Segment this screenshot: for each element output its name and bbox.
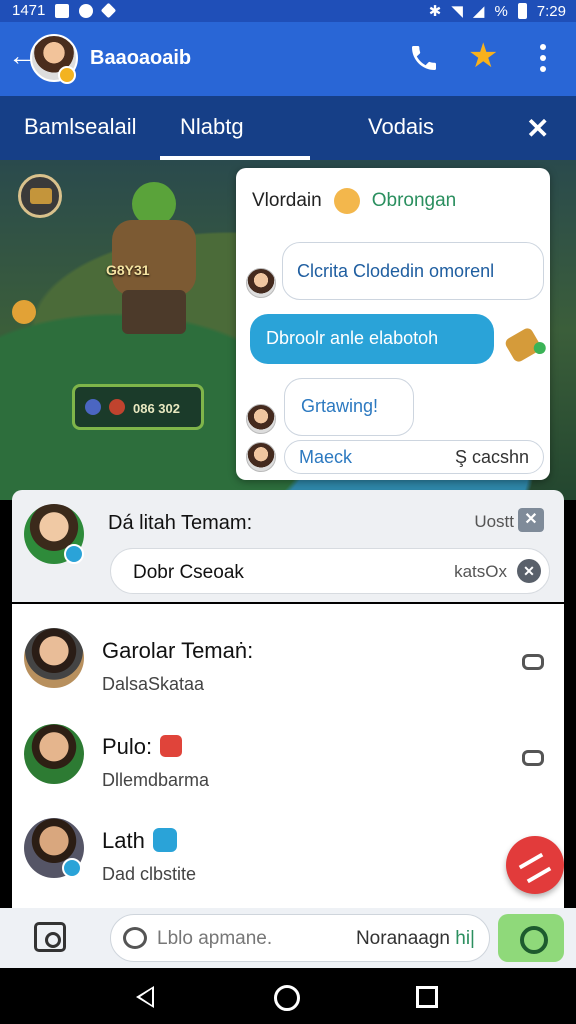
hud-value: 086 302 [133,401,180,416]
status-time-left: 1471 [12,2,46,19]
phone-call-icon[interactable] [408,42,440,74]
chat-title[interactable]: Baaoaoaib [90,47,191,70]
tab-third[interactable]: Vodais [368,114,434,140]
contact-name: Lath [102,828,145,853]
message-text: Maeck [299,447,353,467]
notification-icon [55,3,70,18]
contact-subtitle: Dllemdbarma [102,770,210,790]
mana-icon [85,399,101,415]
character-legs [122,290,186,334]
notification-sub-meta: katsOx [454,562,507,581]
message-placeholder: Lblo apmane. [157,928,273,949]
notification-title: Dá litah Temam: [108,512,253,534]
avatar [24,724,84,784]
message-avatar [246,268,276,298]
health-icon [109,399,125,415]
message-bubble: Grtawing! [284,378,414,436]
nav-home-icon[interactable] [274,985,300,1011]
notification-subitem[interactable]: Dobr Cseoak katsOx ✕ [110,548,550,594]
contact-name-row: Pulo: [102,734,183,760]
message-bubble-outgoing: Dbroolr anle elabotoh [250,314,494,364]
tab-bar: Bamlsealail Nlabtg Vodais ✕ [0,96,576,160]
message-action-icon[interactable] [522,654,544,670]
chat-panel-header: Vlordain Obrongan [252,188,456,214]
avatar-badge-icon [58,66,76,84]
telegram-icon [152,828,177,852]
compose-bar: Lblo apmane. Noranaagn hi| [0,908,576,968]
chest-icon[interactable] [18,174,62,218]
contact-list: Garolar Temaṅ: DalsaSkataa Pulo: Dllemdb… [12,604,564,908]
contact-name-row: Lath [102,828,177,854]
dismiss-icon[interactable]: ✕ [517,559,541,583]
status-time-right: 7:29 [536,2,566,20]
game-character [92,182,212,334]
notification-sub-label: Dobr Cseoak [133,562,244,583]
message-bubble: Clcrita Clodedin omorenl [282,242,544,300]
notification-meta: Uostt [474,512,514,531]
star-icon[interactable]: ★ [468,36,498,76]
send-button[interactable] [498,914,564,962]
bluetooth-icon: ✱ [428,3,442,20]
close-notification-icon[interactable]: ✕ [518,508,544,532]
message-meta: Ş cacshn [454,447,529,467]
chat-bubble-icon [123,927,147,949]
compose-fab-button[interactable] [506,836,564,894]
message-action-icon[interactable] [522,750,544,766]
chat-panel: Vlordain Obrongan Clcrita Clodedin omore… [236,168,550,480]
battery-percent: % [494,2,508,20]
notification-card[interactable]: Dá litah Temam: Uostt ✕ Dobr Cseoak kats… [12,490,564,602]
sticker-icon [503,326,543,364]
camera-icon[interactable] [34,922,66,952]
battery-icon [517,3,527,19]
input-suffix-text: Noranaagn [355,928,450,949]
tab-active[interactable]: Nlabtg [180,114,244,140]
nav-recents-icon[interactable] [416,986,438,1008]
message-input[interactable]: Lblo apmane. Noranaagn hi| [110,914,490,962]
contact-subtitle: Dad clbstite [102,864,197,884]
chat-header-name: Vlordain [252,190,322,211]
list-item[interactable]: Lath Dad clbstite [12,802,564,898]
list-item[interactable]: Pulo: Dllemdbarma [12,708,564,804]
app-bar: ← Baaoaoaib ★ [0,22,576,96]
character-body [112,220,196,296]
app-notification-icon [101,2,117,19]
face-emoji-icon [333,188,360,214]
message-bubble: Maeck Ş cacshn [284,440,544,474]
verified-badge-icon [64,544,84,564]
nav-back-icon[interactable] [136,986,154,1008]
status-bar: 1471 ✱ ◥ ◢ % 7:29 [0,0,576,22]
input-suffix-highlight: hi| [455,928,475,949]
avatar [24,628,84,688]
verified-badge-icon [62,858,82,878]
more-options-icon[interactable] [535,42,551,74]
wifi-icon: ◥ [451,3,463,20]
close-icon[interactable]: ✕ [526,112,549,145]
sync-icon [79,3,94,18]
message-avatar [246,404,276,434]
tab-first[interactable]: Bamlsealail [24,114,137,140]
contact-subtitle: DalsaSkataa [102,674,205,694]
system-nav-bar [0,968,576,1024]
chat-header-name-secondary: Obrongan [371,190,457,211]
game-hud: 086 302 [72,384,204,430]
signal-icon: ◢ [472,3,485,20]
input-suffix: Noranaagn hi| [356,928,475,950]
contact-name: Pulo: [102,734,153,759]
character-label: G8Y31 [106,262,150,278]
list-item[interactable]: Garolar Temaṅ: DalsaSkataa [12,612,564,708]
flower-decoration [12,300,36,324]
contact-name: Garolar Temaṅ: [102,638,254,663]
gift-emoji-icon [160,735,183,757]
message-avatar [246,442,276,472]
